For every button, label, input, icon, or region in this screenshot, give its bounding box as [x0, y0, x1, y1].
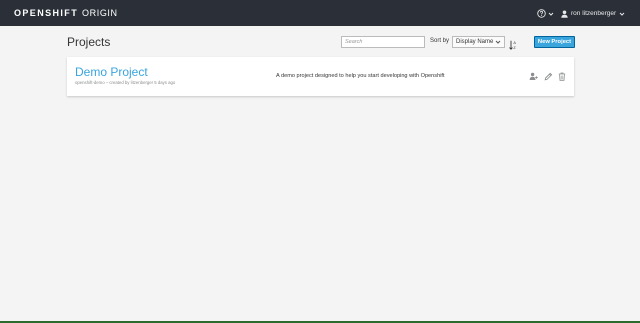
delete-icon [558, 72, 566, 81]
help-icon [537, 9, 546, 18]
page-title: Projects [67, 35, 111, 49]
sort-select[interactable]: Display Name [452, 36, 505, 48]
view-membership-button[interactable] [528, 71, 538, 81]
project-meta: openshift-demo – created by litzenberger… [75, 80, 176, 85]
chevron-down-icon [495, 40, 501, 44]
sort-label: Sort by [430, 38, 450, 44]
sort-direction-icon: A Z [509, 40, 516, 50]
sort-direction-button[interactable]: A Z [509, 37, 518, 50]
chevron-down-icon [548, 12, 554, 16]
search-input[interactable] [341, 36, 425, 48]
user-name: ron litzenberger [571, 10, 617, 17]
brand-logo[interactable]: OPENSHIFT ORIGIN [14, 8, 118, 18]
svg-text:A: A [513, 41, 516, 45]
top-navbar: OPENSHIFT ORIGIN ron litzenberger [0, 0, 640, 26]
chevron-down-icon [619, 12, 625, 16]
user-icon [561, 10, 568, 18]
members-icon [529, 72, 538, 80]
brand-edition: ORIGIN [82, 8, 118, 18]
sort-select-value: Display Name [456, 39, 494, 45]
svg-text:Z: Z [513, 46, 516, 50]
user-menu[interactable]: ron litzenberger [561, 8, 625, 19]
help-menu[interactable] [537, 8, 554, 19]
new-project-button[interactable]: New Project [534, 36, 575, 48]
edit-project-button[interactable] [543, 71, 553, 81]
delete-project-button[interactable] [557, 71, 567, 81]
project-tile: Demo Project openshift-demo – created by… [67, 57, 574, 96]
project-description: A demo project designed to help you star… [276, 73, 445, 79]
edit-icon [544, 72, 552, 80]
project-title-link[interactable]: Demo Project [75, 65, 148, 79]
brand-name: OPENSHIFT [14, 8, 79, 18]
